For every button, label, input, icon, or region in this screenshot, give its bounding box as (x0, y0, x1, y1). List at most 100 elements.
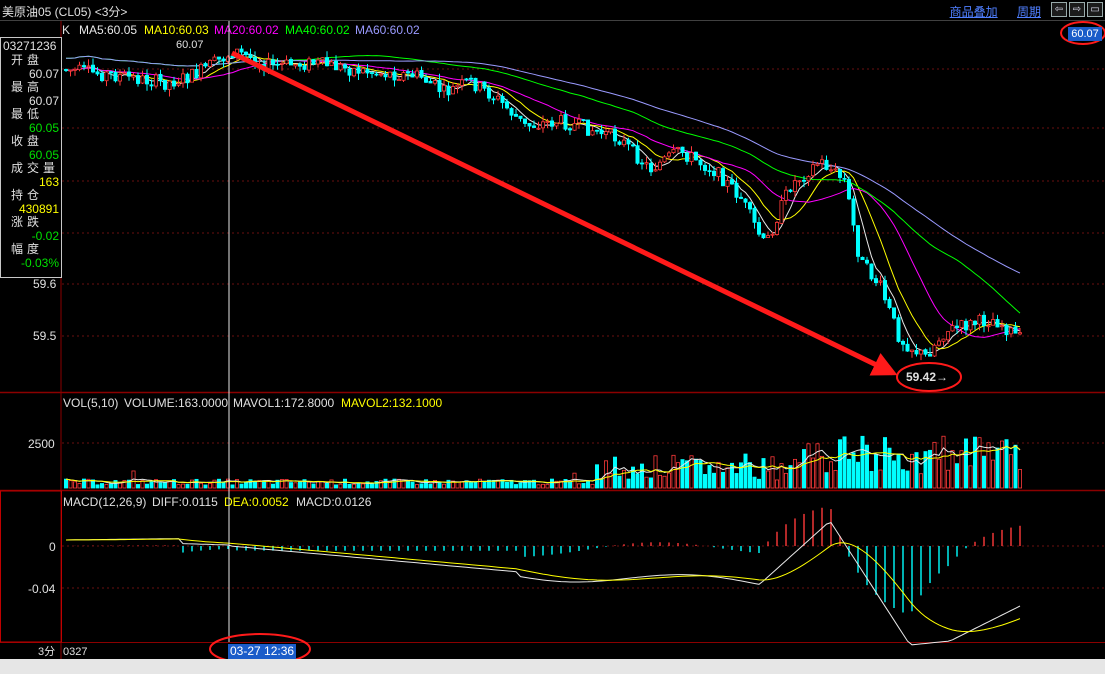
volume-bar (680, 459, 685, 489)
candle-body (113, 71, 118, 82)
macd-value: MACD:0.0126 (296, 495, 372, 509)
back-arrow-icon[interactable]: ⇦ (1051, 2, 1067, 17)
candle-body (653, 169, 658, 172)
volume-bar (167, 481, 172, 489)
crosshair-time-label: 03-27 12:36 (228, 644, 297, 659)
volume-bar (320, 481, 325, 489)
volume-bar (878, 469, 883, 489)
candle-body (554, 122, 559, 127)
candle-body (667, 152, 672, 157)
volume-bar (892, 460, 897, 489)
maximize-icon[interactable]: ▭ (1087, 2, 1103, 17)
candle-body (914, 350, 919, 355)
candle-body (725, 180, 730, 187)
candle-body (468, 77, 473, 80)
candle-body (459, 79, 464, 86)
info-label: 收盘 (11, 134, 44, 148)
candle-body (491, 98, 496, 101)
candle-body (874, 278, 879, 284)
volume-bar (986, 442, 991, 489)
volume-bar (581, 483, 586, 489)
candle-body (748, 202, 753, 210)
volume-bar (1018, 469, 1023, 489)
volume-bar (360, 483, 365, 489)
candle-body (338, 63, 343, 71)
footer-strip (0, 659, 1105, 674)
candle-body (541, 121, 546, 129)
info-label: 最高 (11, 80, 44, 94)
low-price-label: 59.42→ (906, 370, 948, 384)
volume-bar (982, 455, 987, 489)
candle-body (631, 144, 636, 147)
volume-bar (369, 483, 374, 489)
volume-bar (595, 464, 600, 489)
volume-bar (405, 480, 410, 489)
info-value: 60.05 (28, 121, 59, 135)
bar-info-panel: 03271236 开盘 60.07 最高 60.07 最低 60.05 收盘 60.05 成交量… (0, 37, 62, 278)
candle-body (842, 177, 847, 180)
volume-bar (766, 470, 771, 489)
candle-body (698, 159, 703, 166)
candle-body (284, 59, 289, 65)
volume-bar (100, 483, 105, 489)
vol-y-tick: 2500 (28, 437, 55, 451)
candle-body (905, 343, 910, 352)
volume-bar (977, 437, 982, 489)
candle-body (829, 169, 834, 172)
candle-body (311, 59, 316, 65)
vol-label: VOL(5,10) (63, 396, 118, 410)
candle-body (730, 179, 735, 185)
ma10-label: MA10:60.03 (144, 23, 209, 37)
candle-body (887, 298, 892, 309)
volume-bar (959, 450, 964, 489)
ma20-label: MA20:60.02 (214, 23, 279, 37)
candle-body (1018, 332, 1023, 335)
candle-body (599, 129, 604, 135)
k-label: K (62, 23, 70, 37)
candle-body (689, 152, 694, 163)
period-link[interactable]: 周期 (1017, 5, 1041, 19)
candle-body (761, 233, 766, 239)
volume-bar (428, 483, 433, 489)
candle-body (239, 48, 244, 53)
volume-bar (950, 450, 955, 489)
candle-body (432, 80, 437, 84)
forward-arrow-icon[interactable]: ⇨ (1069, 2, 1085, 17)
info-value: 60.07 (28, 94, 59, 108)
candle-body (131, 75, 136, 78)
volume-bar (198, 482, 203, 489)
volume-bar (937, 458, 942, 489)
mavol2-value: MAVOL2:132.1000 (341, 396, 443, 410)
volume-bar (806, 443, 811, 489)
candle-body (712, 170, 717, 177)
candle-body (982, 314, 987, 327)
volume-bar (230, 484, 235, 489)
candle-body (937, 340, 942, 346)
volume-bar (185, 483, 190, 489)
candle-body (527, 122, 532, 127)
candle-body (158, 73, 163, 82)
candle-body (68, 69, 73, 72)
volume-bar (964, 438, 969, 489)
candle-body (320, 57, 325, 61)
candle-body (396, 79, 401, 81)
volume-bar (550, 478, 555, 489)
candle-body (293, 64, 298, 67)
candle-body (347, 68, 352, 76)
candle-body (892, 307, 897, 319)
commodity-overlay-link[interactable]: 商品叠加 (950, 5, 998, 19)
info-label: 涨跌 (11, 215, 44, 229)
candle-body (509, 108, 514, 116)
volume-bar (95, 484, 100, 489)
candle-body (82, 65, 87, 68)
candle-body (680, 146, 685, 153)
candle-body (333, 60, 338, 71)
chart-canvas[interactable]: K MA5:60.05 MA10:60.03 MA20:60.02 MA40:6… (0, 21, 1105, 659)
volume-bar (311, 483, 316, 489)
volume-bar (968, 465, 973, 489)
candle-body (369, 72, 374, 74)
candle-body (86, 65, 91, 68)
volume-bar (973, 436, 978, 489)
volume-bar (671, 454, 676, 489)
volume-bar (315, 481, 320, 489)
